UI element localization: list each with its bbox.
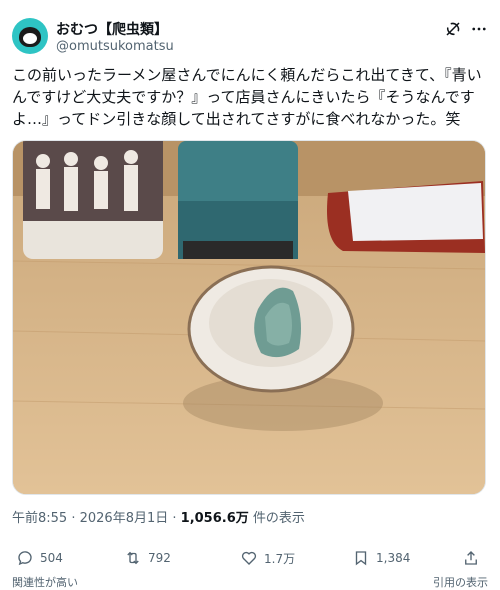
- like-icon: [241, 551, 257, 565]
- photo-ramen-table-garlic: [13, 141, 485, 494]
- tweet-footer: 関連性が高い 引用の表示: [12, 574, 488, 589]
- meta-separator: ·: [67, 511, 80, 526]
- user-handle[interactable]: @omutsukomatsu: [56, 39, 174, 54]
- more-icon[interactable]: [470, 20, 488, 38]
- reply-icon: [18, 551, 32, 566]
- bookmark-button[interactable]: 1,384: [352, 546, 410, 570]
- grok-icon[interactable]: [444, 20, 462, 38]
- tweet-actions: 504 792 1.7万 1,384: [12, 546, 488, 570]
- tweet-photo[interactable]: [12, 140, 486, 495]
- avatar-orca-icon: [19, 27, 41, 47]
- reply-count: 504: [40, 551, 63, 565]
- bookmark-icon: [355, 551, 367, 566]
- views-label: 件の表示: [248, 511, 305, 526]
- tweet-meta: 午前8:55 · 2026年8月1日 · 1,056.6万 件の表示: [12, 507, 305, 526]
- like-count: 1.7万: [264, 551, 296, 566]
- avatar-icon[interactable]: [12, 18, 48, 54]
- views-count[interactable]: 1,056.6万: [181, 511, 249, 526]
- like-button[interactable]: 1.7万: [240, 546, 295, 570]
- repost-count: 792: [148, 551, 171, 565]
- meta-separator: ·: [168, 511, 181, 526]
- share-icon: [465, 551, 477, 565]
- repost-button[interactable]: 792: [124, 546, 171, 570]
- tweet-date[interactable]: 2026年8月1日: [80, 511, 169, 526]
- share-button[interactable]: [462, 546, 480, 570]
- reply-button[interactable]: 504: [16, 546, 63, 570]
- view-quotes-link[interactable]: 引用の表示: [433, 574, 488, 590]
- repost-icon: [127, 551, 139, 565]
- display-name[interactable]: おむつ【爬虫類】: [56, 19, 168, 39]
- tweet-text: この前いったラーメン屋さんでにんにく頼んだらこれ出てきて、『青いんですけど大丈夫…: [12, 66, 482, 128]
- bookmark-count: 1,384: [376, 551, 411, 565]
- tweet-time[interactable]: 午前8:55: [12, 511, 67, 526]
- tweet-header: おむつ【爬虫類】 @omutsukomatsu: [12, 16, 488, 60]
- sort-relevance-link[interactable]: 関連性が高い: [12, 574, 78, 590]
